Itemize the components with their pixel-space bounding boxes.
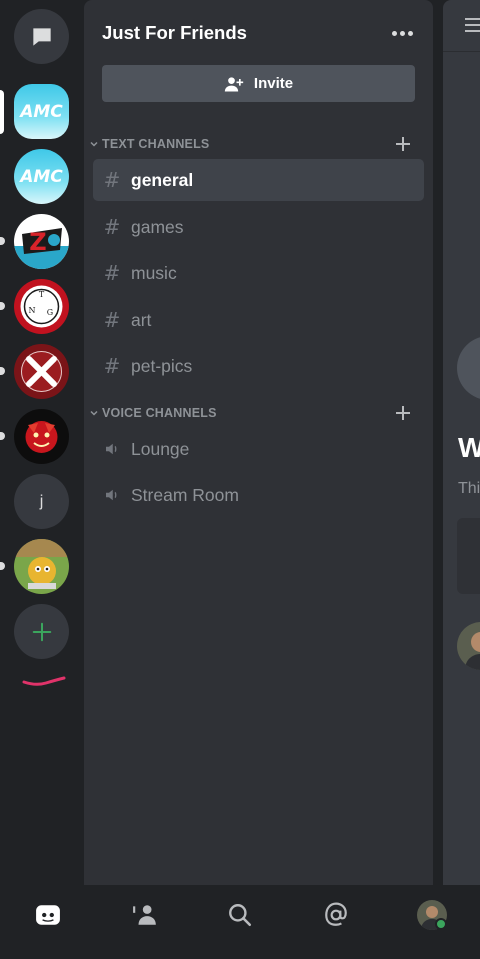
invite-button[interactable]: Invite	[102, 65, 415, 102]
welcome-icon	[457, 336, 480, 400]
server-amc-active[interactable]: AMC	[14, 84, 69, 139]
server-j[interactable]: j	[14, 474, 69, 529]
plus-icon	[32, 622, 51, 641]
welcome-heading: W	[458, 432, 480, 463]
channel-art[interactable]: # art	[93, 299, 424, 341]
voice-channel-stream-room[interactable]: Stream Room	[93, 474, 424, 516]
create-channel-icon[interactable]	[393, 134, 413, 154]
tab-home[interactable]	[33, 900, 63, 930]
active-server-indicator	[0, 90, 4, 134]
server-bowser[interactable]	[14, 409, 69, 464]
create-channel-icon[interactable]	[393, 403, 413, 423]
tab-search[interactable]	[225, 900, 255, 930]
welcome-text: Thi	[458, 480, 480, 497]
chat-bubble-icon	[32, 27, 51, 46]
channel-name: art	[131, 309, 152, 330]
unread-indicator	[0, 367, 5, 375]
server-crossed-swords[interactable]	[14, 344, 69, 399]
amc-server-icon: AMC	[14, 84, 69, 139]
unread-indicator	[0, 237, 5, 245]
hash-icon: #	[103, 261, 121, 285]
online-status-icon	[435, 918, 447, 930]
amc-icon-text: AMC	[18, 102, 63, 122]
channel-games[interactable]: # games	[93, 206, 424, 248]
channel-name: pet-pics	[131, 355, 193, 376]
avatar-image	[457, 622, 480, 670]
server-tng[interactable]: T N G	[14, 279, 69, 334]
channel-name: games	[131, 216, 184, 237]
channel-name: music	[131, 262, 177, 283]
add-server-button[interactable]	[14, 604, 69, 659]
pink-scribble-mark	[22, 676, 66, 686]
chevron-down-icon	[90, 410, 98, 416]
direct-messages-button[interactable]	[14, 9, 69, 64]
j-server-label: j	[39, 492, 44, 510]
server-name[interactable]: Just For Friends	[102, 22, 247, 44]
voice-channel-lounge[interactable]: Lounge	[93, 428, 424, 470]
channel-music[interactable]: # music	[93, 252, 424, 294]
server-dog[interactable]	[14, 539, 69, 594]
channel-name: general	[131, 169, 194, 190]
tab-mentions[interactable]	[321, 900, 351, 930]
friends-icon	[133, 905, 156, 925]
bowser-icon	[14, 409, 69, 464]
hash-icon: #	[103, 168, 121, 192]
category-label: TEXT CHANNELS	[102, 137, 210, 151]
speaker-icon	[106, 489, 117, 501]
more-dot-icon	[399, 30, 405, 36]
category-voice-channels[interactable]: VOICE CHANNELS	[88, 403, 418, 423]
unread-indicator	[0, 302, 5, 310]
discord-home-icon	[36, 905, 60, 925]
channel-general[interactable]: # general	[93, 159, 424, 201]
unread-indicator	[0, 432, 5, 440]
channel-pet-pics[interactable]: # pet-pics	[93, 345, 424, 387]
unread-indicator	[0, 562, 5, 570]
z-icon-text: Z	[29, 228, 46, 256]
chat-panel-peek[interactable]: W Thi	[443, 0, 480, 885]
invite-label: Invite	[253, 75, 294, 92]
hash-icon: #	[103, 354, 121, 378]
hamburger-menu-icon[interactable]	[465, 17, 480, 33]
server-z[interactable]: Z	[14, 214, 69, 269]
amc-server-icon: AMC	[14, 149, 69, 204]
channel-name: Stream Room	[131, 484, 239, 505]
tng-letter-g: G	[47, 308, 53, 317]
speaker-icon	[106, 443, 117, 455]
hash-icon: #	[103, 215, 121, 239]
category-text-channels[interactable]: TEXT CHANNELS	[88, 134, 418, 154]
server-options-button[interactable]	[384, 20, 420, 46]
bottom-tab-bar	[0, 885, 480, 959]
search-icon	[229, 904, 252, 927]
welcome-card[interactable]	[457, 518, 480, 594]
more-dot-icon	[391, 30, 397, 36]
chevron-down-icon	[90, 141, 98, 147]
tng-letter-t: T	[39, 290, 45, 299]
channel-panel: Just For Friends Invite TEXT CHANNELS # …	[84, 0, 433, 885]
amc-icon-text: AMC	[18, 167, 63, 187]
hash-icon: #	[103, 308, 121, 332]
server-rail: AMC AMC Z T N G j	[0, 0, 83, 885]
tab-friends[interactable]	[130, 900, 160, 930]
message-avatar[interactable]	[457, 622, 480, 670]
more-dot-icon	[407, 30, 413, 36]
chat-header	[443, 0, 480, 52]
tng-letter-n: N	[29, 306, 36, 315]
tng-server-icon: T N G	[14, 279, 69, 334]
z-server-icon: Z	[14, 214, 69, 269]
channel-name: Lounge	[131, 438, 190, 459]
crossed-swords-icon	[14, 344, 69, 399]
add-person-icon	[224, 76, 244, 91]
server-amc[interactable]: AMC	[14, 149, 69, 204]
mentions-icon	[325, 902, 347, 926]
this-is-fine-dog-icon	[14, 539, 69, 594]
category-label: VOICE CHANNELS	[102, 406, 217, 420]
